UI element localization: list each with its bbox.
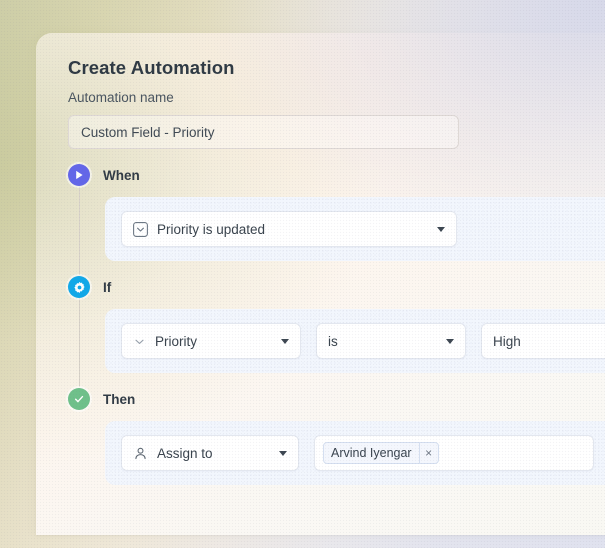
page-title: Create Automation bbox=[68, 57, 235, 78]
assignee-chip[interactable]: Arvind Iyengar × bbox=[323, 442, 439, 465]
trigger-value: Priority is updated bbox=[157, 221, 266, 237]
step-then: Then Assign to Arvind Iyengar × bbox=[68, 387, 605, 486]
step-then-label: Then bbox=[103, 391, 136, 407]
condition-field-select[interactable]: Priority bbox=[121, 323, 301, 360]
chevron-down-icon[interactable] bbox=[279, 450, 287, 456]
check-icon bbox=[68, 388, 90, 411]
action-type-value: Assign to bbox=[157, 445, 213, 461]
step-connector-line bbox=[78, 185, 80, 276]
condition-operator-value: is bbox=[328, 333, 338, 349]
automation-name-input[interactable]: Custom Field - Priority bbox=[68, 115, 459, 150]
step-if-header: If bbox=[68, 275, 605, 299]
chevron-down-icon[interactable] bbox=[446, 338, 454, 344]
step-then-header: Then bbox=[68, 387, 605, 411]
step-if-label: If bbox=[103, 279, 112, 295]
chevron-down-icon[interactable] bbox=[437, 226, 445, 232]
condition-field-value: Priority bbox=[155, 333, 198, 349]
step-when: When Priority is updated bbox=[68, 163, 605, 276]
assignee-input[interactable]: Arvind Iyengar × bbox=[314, 435, 594, 472]
condition-value-input[interactable]: High bbox=[481, 323, 605, 360]
condition-value-text: High bbox=[493, 333, 521, 349]
condition-operator-select[interactable]: is bbox=[316, 323, 466, 360]
step-when-header: When bbox=[68, 163, 605, 187]
automation-name-label: Automation name bbox=[68, 90, 174, 106]
chevron-small-down-icon bbox=[133, 335, 146, 348]
trigger-select[interactable]: Priority is updated bbox=[121, 211, 457, 248]
custom-field-icon bbox=[133, 221, 148, 237]
chevron-down-icon[interactable] bbox=[281, 338, 289, 344]
gear-icon bbox=[68, 276, 90, 299]
automation-name-value: Custom Field - Priority bbox=[81, 124, 215, 140]
step-connector-line bbox=[78, 297, 80, 388]
person-icon bbox=[133, 446, 148, 461]
assignee-chip-label: Arvind Iyengar bbox=[331, 446, 412, 461]
when-panel: Priority is updated bbox=[105, 197, 605, 262]
screen-background: Create Automation Automation name Custom… bbox=[0, 0, 605, 548]
action-type-select[interactable]: Assign to bbox=[121, 435, 299, 472]
close-icon[interactable]: × bbox=[418, 443, 438, 464]
step-if: If Priority is High bbox=[68, 275, 605, 388]
create-automation-card: Create Automation Automation name Custom… bbox=[36, 33, 605, 535]
play-icon bbox=[68, 164, 90, 187]
if-panel: Priority is High bbox=[105, 309, 605, 374]
step-when-label: When bbox=[103, 167, 140, 183]
then-panel: Assign to Arvind Iyengar × bbox=[105, 421, 605, 486]
